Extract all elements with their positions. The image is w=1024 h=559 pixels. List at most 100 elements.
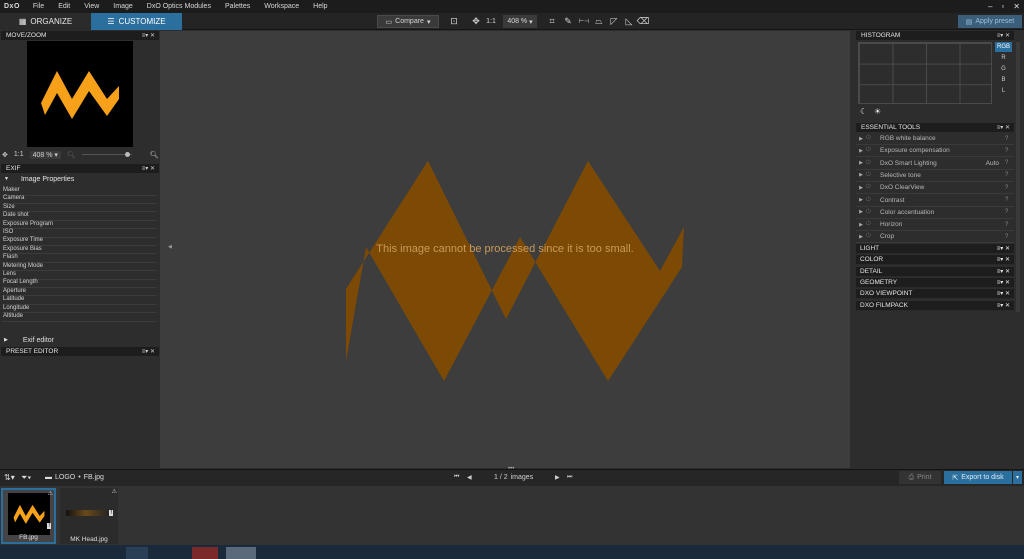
export-button[interactable]: ⇱ Export to disk xyxy=(944,471,1012,484)
path-folder[interactable]: LOGO xyxy=(55,474,75,481)
menu-workspace[interactable]: Workspace xyxy=(257,3,306,10)
fit-screen-button[interactable]: ⊡ xyxy=(447,15,461,28)
help-icon[interactable]: ? xyxy=(1005,222,1014,228)
apply-preset-button[interactable]: ▤ Apply preset xyxy=(958,15,1022,28)
panel-menu-icon[interactable]: ≡▾ ✕ xyxy=(997,290,1010,297)
filter-button[interactable]: ⏷▾ xyxy=(21,473,31,483)
panel-menu-icon[interactable]: ≡▾ ✕ xyxy=(997,268,1010,275)
eraser-tool-button[interactable]: ⌫ xyxy=(637,15,650,28)
perspective-tool-button[interactable]: ⏢ xyxy=(592,15,606,28)
palette-header[interactable]: GEOMETRY ≡▾ ✕ xyxy=(856,277,1014,288)
close-icon[interactable]: ✕ xyxy=(1013,2,1020,11)
print-button[interactable]: ⎙ Print xyxy=(899,471,941,484)
zoom-slider-handle[interactable] xyxy=(124,152,130,157)
panel-menu-icon[interactable]: ≡▾ ✕ xyxy=(997,256,1010,263)
help-icon[interactable]: ? xyxy=(1005,136,1014,142)
help-icon[interactable]: ? xyxy=(1005,234,1014,240)
zoom-in-icon[interactable]: 🔍︎ xyxy=(150,151,159,159)
palette-header[interactable]: LIGHT ≡▾ ✕ xyxy=(856,244,1014,254)
menu-optics-modules[interactable]: DxO Optics Modules xyxy=(140,3,218,10)
power-toggle-icon[interactable]: ⏻ xyxy=(866,172,880,179)
zoom-out-icon[interactable]: 🔍︎ xyxy=(67,151,76,159)
power-toggle-icon[interactable]: ⏻ xyxy=(866,197,880,204)
panel-menu-icon[interactable]: ≡▾ ✕ xyxy=(142,165,155,172)
help-icon[interactable]: ? xyxy=(1005,185,1014,191)
pan-icon[interactable]: ✥ xyxy=(2,151,8,159)
help-icon[interactable]: ? xyxy=(1005,209,1014,215)
filmstrip-resize-handle[interactable]: ••• xyxy=(508,466,514,472)
taskbar-item[interactable] xyxy=(226,547,256,559)
help-icon[interactable]: ? xyxy=(1005,172,1014,178)
power-toggle-icon[interactable]: ⏻ xyxy=(866,233,880,240)
panel-menu-icon[interactable]: ≡▾ ✕ xyxy=(997,124,1010,131)
palette-header[interactable]: DETAIL ≡▾ ✕ xyxy=(856,266,1014,277)
thumbnail-mk-head[interactable]: ⚠ ! MK Head.jpg xyxy=(60,488,118,544)
maximize-icon[interactable]: ▫ xyxy=(1001,2,1004,11)
tool-row[interactable]: ▶ ⏻ DxO ClearView? xyxy=(856,182,1014,195)
taskbar-item[interactable] xyxy=(192,547,218,559)
power-toggle-icon[interactable]: ⏻ xyxy=(866,135,880,142)
zoom-select[interactable]: 408 % ▾ xyxy=(503,15,537,28)
one-to-one-button[interactable]: 1:1 xyxy=(484,15,498,28)
tool-row[interactable]: ▶ ⏻ DxO Smart Lighting Auto? xyxy=(856,157,1014,170)
histogram-channel-l[interactable]: L xyxy=(995,86,1012,96)
repair-tool-button[interactable]: ◺ xyxy=(622,15,636,28)
palette-header[interactable]: COLOR ≡▾ ✕ xyxy=(856,255,1014,266)
highlight-clipping-icon[interactable]: ☀ xyxy=(874,107,881,116)
right-scrollbar[interactable] xyxy=(1016,42,1020,312)
power-toggle-icon[interactable]: ⏻ xyxy=(866,184,880,191)
histogram-channel-g[interactable]: G xyxy=(995,64,1012,74)
menu-image[interactable]: Image xyxy=(106,3,139,10)
tool-row[interactable]: ▶ ⏻ Color accentuation? xyxy=(856,206,1014,219)
power-toggle-icon[interactable]: ⏻ xyxy=(866,147,880,154)
pan-button[interactable]: ✥ xyxy=(471,15,481,28)
minimize-icon[interactable]: – xyxy=(988,2,992,11)
first-image-icon[interactable]: ⏮ xyxy=(454,474,459,481)
power-toggle-icon[interactable]: ⏻ xyxy=(866,209,880,216)
nav-one-to-one[interactable]: 1:1 xyxy=(14,151,24,158)
panel-menu-icon[interactable]: ≡▾ ✕ xyxy=(142,348,155,355)
panel-menu-icon[interactable]: ≡▾ ✕ xyxy=(997,245,1010,252)
tab-customize[interactable]: ☰ CUSTOMIZE xyxy=(91,13,182,30)
exif-editor-row[interactable]: ▶ Exif editor xyxy=(2,335,157,345)
sort-button[interactable]: ⇅▾ xyxy=(4,473,15,482)
menu-file[interactable]: File xyxy=(26,3,51,10)
panel-menu-icon[interactable]: ≡▾ ✕ xyxy=(997,32,1010,39)
tool-row[interactable]: ▶ ⏻ Exposure compensation? xyxy=(856,145,1014,158)
exif-section-header[interactable]: ▼ Image Properties xyxy=(2,174,157,184)
prev-image-icon[interactable]: ◀ xyxy=(467,474,472,481)
tool-row[interactable]: ▶ ⏻ Horizon? xyxy=(856,219,1014,232)
histogram-channel-r[interactable]: R xyxy=(995,53,1012,63)
next-image-icon[interactable]: ▶ xyxy=(555,474,560,481)
panel-menu-icon[interactable]: ≡▾ ✕ xyxy=(997,279,1010,286)
horizon-tool-button[interactable]: ⊢⊣ xyxy=(577,15,591,28)
help-icon[interactable]: ? xyxy=(1005,197,1014,203)
thumbnail-fb[interactable]: ⚠ ! FB.jpg xyxy=(1,488,56,544)
nav-zoom-select[interactable]: 408 % ▾ xyxy=(29,150,61,159)
menu-edit[interactable]: Edit xyxy=(51,3,77,10)
last-image-icon[interactable]: ⏭ xyxy=(567,474,572,481)
taskbar-item[interactable] xyxy=(126,547,148,559)
menu-palettes[interactable]: Palettes xyxy=(218,3,257,10)
image-viewer[interactable]: This image cannot be processed since it … xyxy=(160,31,850,468)
tab-organize[interactable]: ▦ ORGANIZE xyxy=(0,13,91,30)
power-toggle-icon[interactable]: ⏻ xyxy=(866,160,880,167)
tool-row[interactable]: ▶ ⏻ Selective tone? xyxy=(856,169,1014,182)
help-icon[interactable]: ? xyxy=(1005,148,1014,154)
left-panel-collapse-handle[interactable]: ◀ xyxy=(168,244,172,250)
histogram-channel-rgb[interactable]: RGB xyxy=(995,42,1012,52)
power-toggle-icon[interactable]: ⏻ xyxy=(866,221,880,228)
tool-row[interactable]: ▶ ⏻ Crop? xyxy=(856,231,1014,244)
local-adjust-tool-button[interactable]: ◸ xyxy=(607,15,621,28)
tool-row[interactable]: ▶ ⏻ Contrast? xyxy=(856,194,1014,207)
palette-header[interactable]: DXO VIEWPOINT ≡▾ ✕ xyxy=(856,289,1014,300)
navigator-preview[interactable] xyxy=(27,41,133,147)
panel-menu-icon[interactable]: ≡▾ ✕ xyxy=(997,302,1010,309)
panel-menu-icon[interactable]: ≡▾ ✕ xyxy=(142,32,155,39)
zoom-slider[interactable] xyxy=(81,152,132,157)
shadow-clipping-icon[interactable]: ☾ xyxy=(860,107,867,116)
palette-header[interactable]: DXO FILMPACK ≡▾ ✕ xyxy=(856,300,1014,311)
tool-row[interactable]: ▶ ⏻ RGB white balance? xyxy=(856,133,1014,145)
menu-help[interactable]: Help xyxy=(306,3,334,10)
help-icon[interactable]: ? xyxy=(1005,160,1014,166)
